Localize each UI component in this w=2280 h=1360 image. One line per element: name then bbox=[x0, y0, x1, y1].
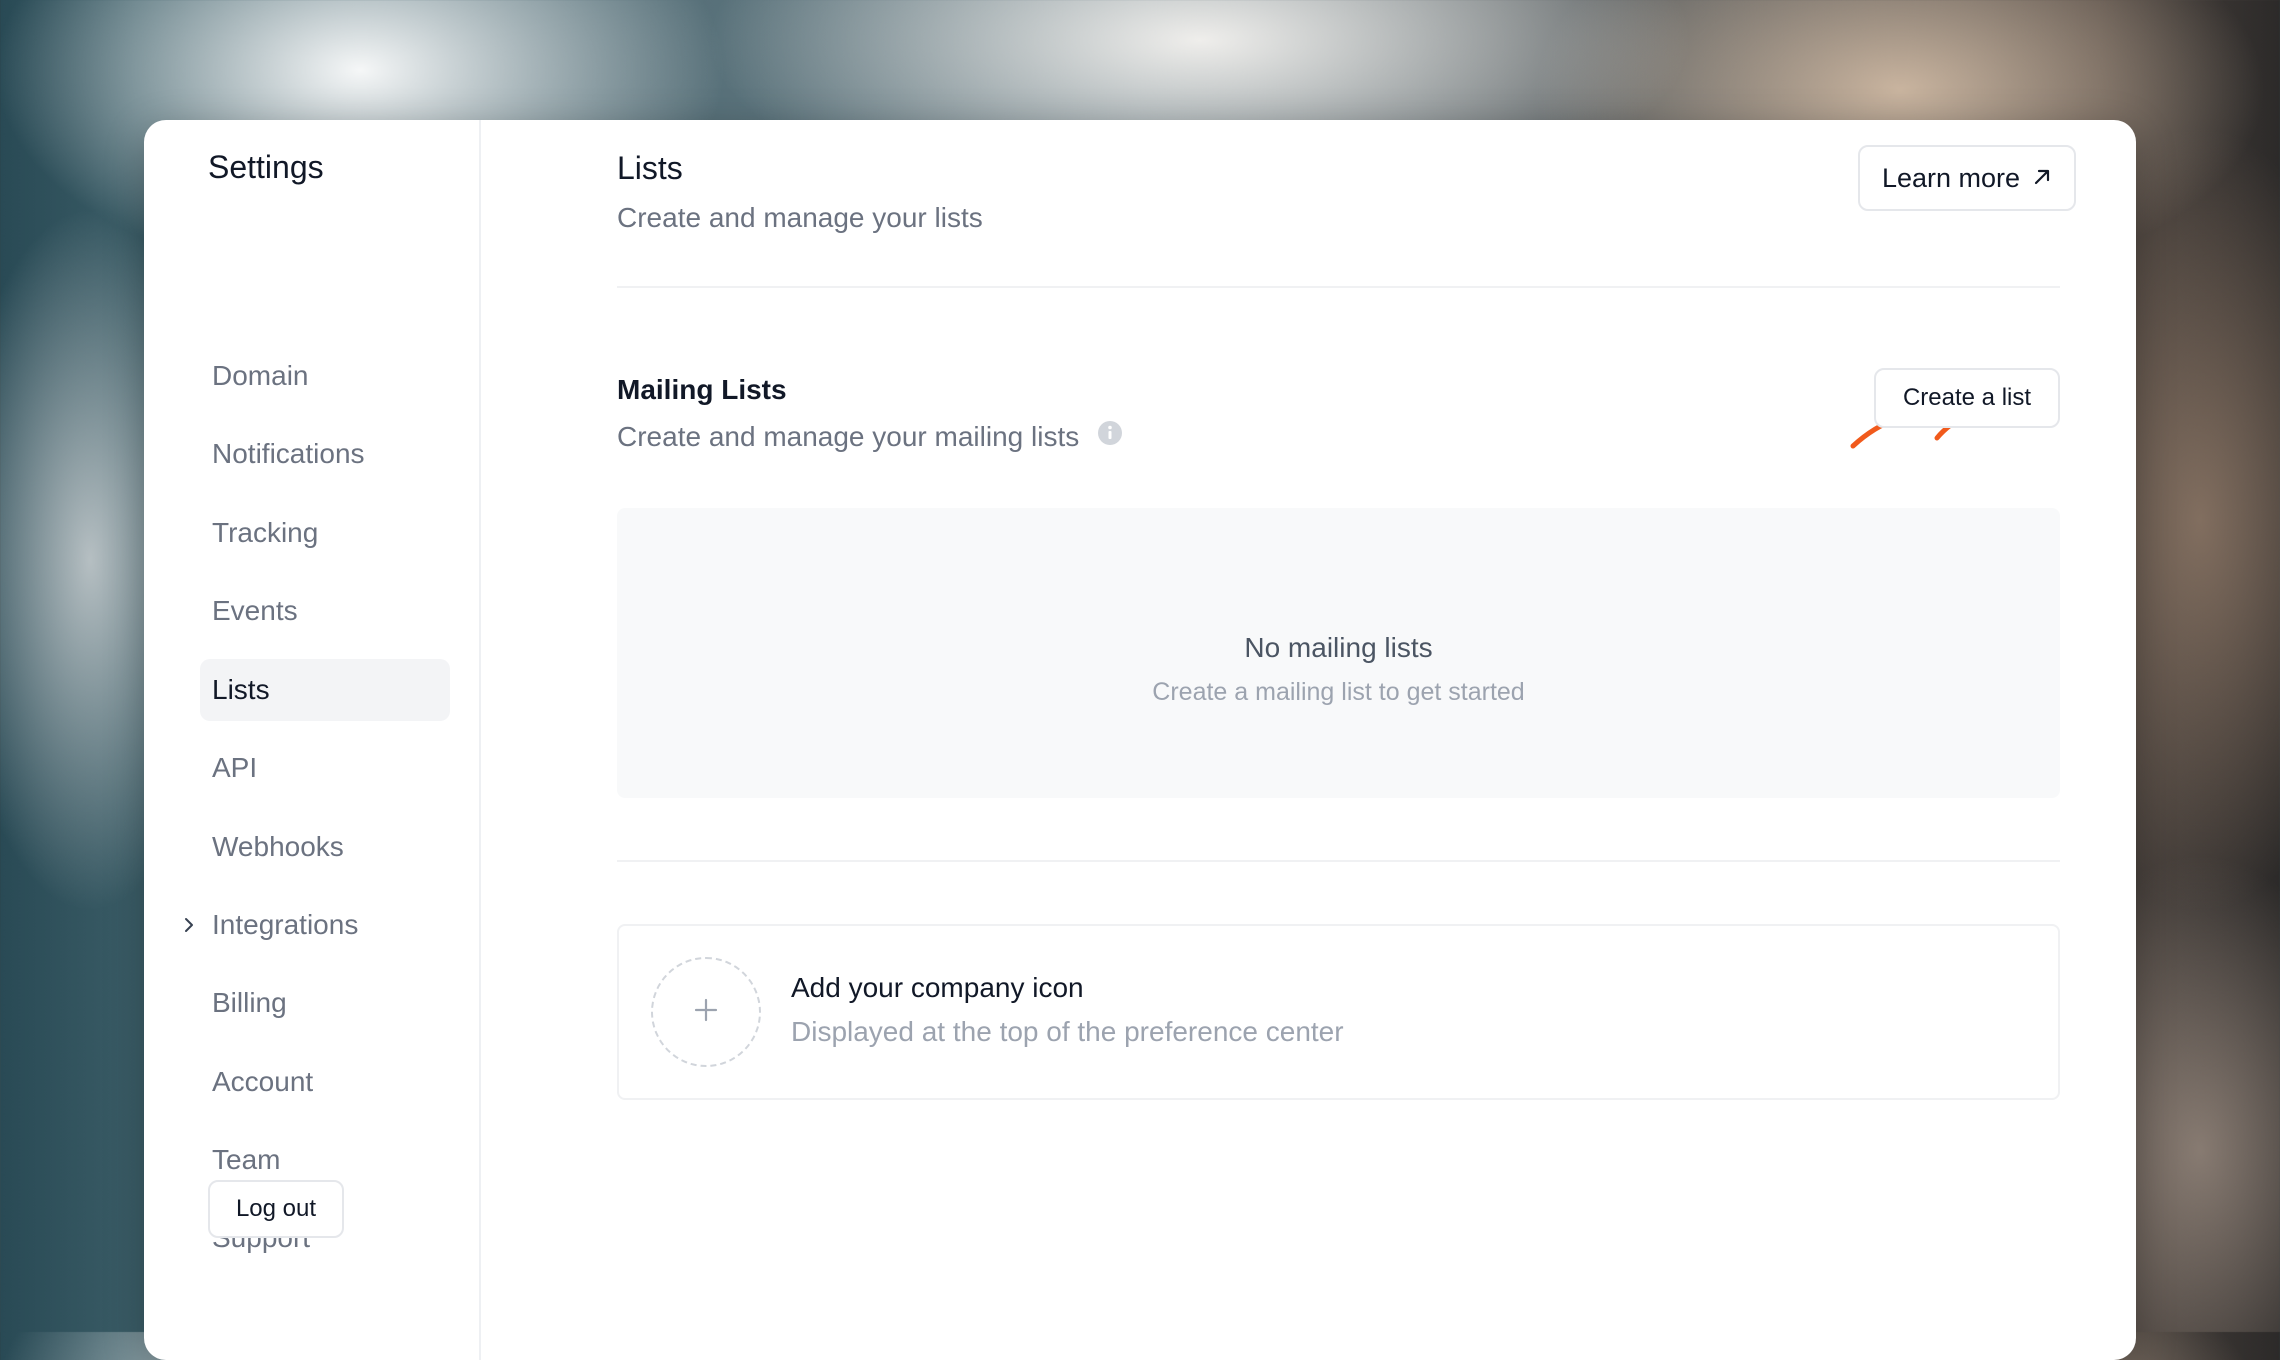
company-icon-subtitle: Displayed at the top of the preference c… bbox=[791, 1016, 1344, 1047]
sidebar-item-label: Team bbox=[212, 1144, 281, 1175]
external-arrow-icon bbox=[2032, 163, 2052, 194]
sidebar-item-label: Notifications bbox=[212, 438, 365, 469]
sidebar-item-label: Tracking bbox=[212, 517, 319, 548]
page-subtitle: Create and manage your lists bbox=[617, 202, 983, 233]
page-title: Lists bbox=[617, 150, 683, 186]
sidebar-title: Settings bbox=[208, 149, 324, 185]
sidebar-item-label: Events bbox=[212, 595, 298, 626]
sidebar-item-label: API bbox=[212, 752, 258, 783]
logout-label: Log out bbox=[235, 1195, 317, 1222]
create-list-label: Create a list bbox=[1902, 384, 2032, 411]
logout-button[interactable]: Log out bbox=[208, 1180, 344, 1238]
sidebar-item-label: Account bbox=[212, 1066, 314, 1097]
mailing-lists-title: Mailing Lists bbox=[617, 374, 787, 405]
sidebar-item-lists[interactable]: Lists bbox=[200, 659, 450, 721]
company-icon-card: Add your company icon Displayed at the t… bbox=[617, 924, 2060, 1100]
header-divider bbox=[617, 286, 2060, 288]
section-divider bbox=[617, 860, 2060, 862]
sidebar-item-notifications[interactable]: Notifications bbox=[200, 423, 450, 485]
info-icon[interactable] bbox=[1097, 420, 1123, 453]
sidebar-item-webhooks[interactable]: Webhooks bbox=[200, 816, 450, 878]
learn-more-button[interactable]: Learn more bbox=[1858, 145, 2076, 211]
empty-state-title: No mailing lists bbox=[1244, 632, 1433, 663]
empty-state-subtitle: Create a mailing list to get started bbox=[1152, 678, 1525, 706]
settings-sidebar: Settings Domain Notifications Tracking E… bbox=[144, 120, 481, 1360]
sidebar-item-billing[interactable]: Billing bbox=[200, 972, 450, 1034]
sidebar-item-label: Lists bbox=[212, 674, 270, 705]
sidebar-item-integrations[interactable]: Integrations bbox=[185, 894, 450, 956]
sidebar-item-events[interactable]: Events bbox=[200, 580, 450, 642]
sidebar-item-label: Domain bbox=[212, 360, 309, 391]
settings-window: Settings Domain Notifications Tracking E… bbox=[144, 120, 2136, 1360]
mailing-lists-subtitle-text: Create and manage your mailing lists bbox=[617, 420, 1080, 452]
company-icon-upload[interactable] bbox=[651, 957, 761, 1067]
sidebar-item-api[interactable]: API bbox=[200, 737, 450, 799]
sidebar-item-label: Webhooks bbox=[212, 831, 344, 862]
learn-more-label: Learn more bbox=[1881, 162, 2021, 193]
sidebar-item-label: Billing bbox=[212, 987, 287, 1018]
main-content: Lists Create and manage your lists Learn… bbox=[481, 120, 2136, 1360]
empty-state: No mailing lists Create a mailing list t… bbox=[617, 508, 2060, 798]
sidebar-item-tracking[interactable]: Tracking bbox=[200, 502, 450, 564]
plus-icon bbox=[693, 997, 719, 1028]
sidebar-item-account[interactable]: Account bbox=[200, 1051, 450, 1113]
company-icon-title: Add your company icon bbox=[791, 972, 1084, 1003]
sidebar-item-label: Integrations bbox=[212, 909, 359, 940]
mailing-lists-subtitle: Create and manage your mailing lists bbox=[617, 420, 1123, 453]
sidebar-item-domain[interactable]: Domain bbox=[200, 345, 450, 407]
chevron-right-icon[interactable] bbox=[182, 894, 196, 956]
create-list-button[interactable]: Create a list bbox=[1874, 368, 2060, 428]
